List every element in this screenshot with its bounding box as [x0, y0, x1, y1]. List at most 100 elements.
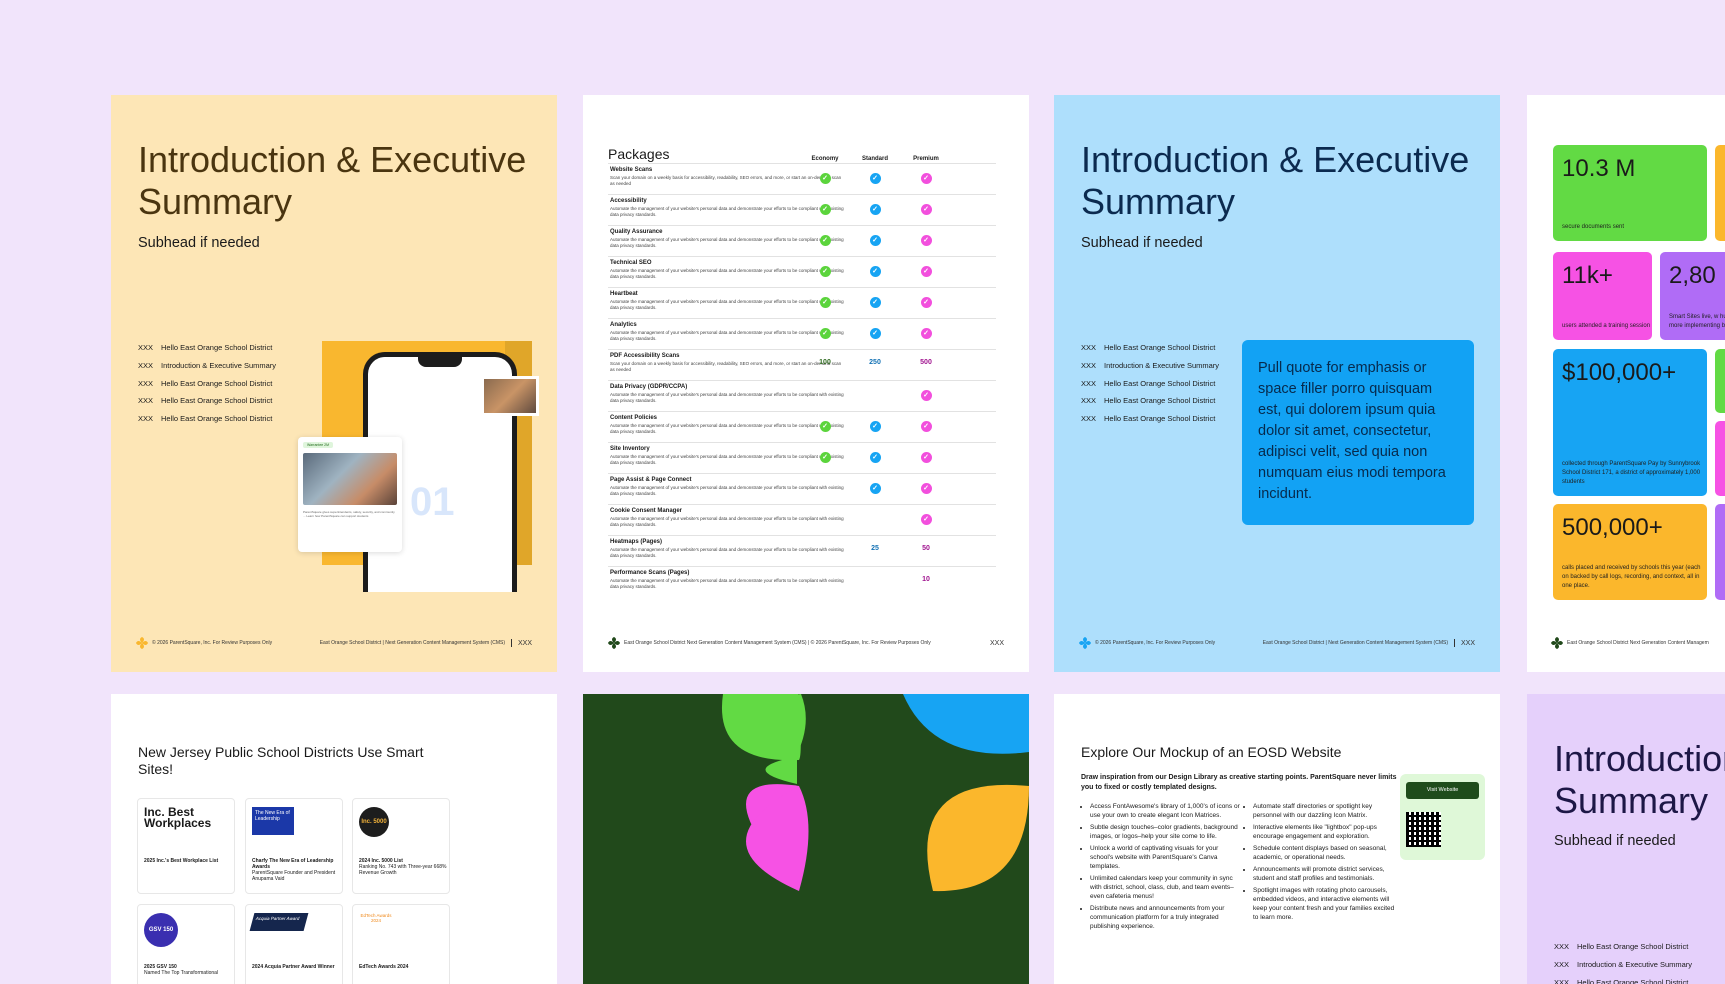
- intro-text: Draw inspiration from our Design Library…: [1081, 774, 1397, 791]
- award-card: The New Era of Leadership Charfy The New…: [245, 798, 343, 894]
- stat-card: 10.3 M secure documents sent: [1553, 145, 1707, 241]
- table-row: Analytics Automate the management of your…: [608, 318, 996, 349]
- toc-label: Hello East Orange School District: [1104, 414, 1216, 424]
- parentsquare-logo-icon: [136, 637, 148, 649]
- toc-item[interactable]: XXX Hello East Orange School District: [1081, 392, 1219, 410]
- stat-value: 11k+: [1562, 262, 1613, 289]
- footer-doc-title: East Orange School District | Next Gener…: [1262, 640, 1448, 646]
- feature-name: Site Inventory: [610, 446, 650, 452]
- page-subhead: Subhead if needed: [1554, 833, 1676, 849]
- page-stats[interactable]: 10.3 M secure documents sent 11k+ users …: [1527, 95, 1725, 672]
- feature-name: PDF Accessibility Scans: [610, 353, 680, 359]
- check-icon: ✓: [819, 297, 831, 308]
- bullet-item: Unlimited calendars keep your community …: [1090, 874, 1242, 901]
- card-tag: Warrantee 2M: [303, 442, 334, 448]
- feature-desc: Automate the management of your website'…: [610, 485, 844, 496]
- section-number: 01: [410, 480, 455, 524]
- toc-label: Hello East Orange School District: [161, 396, 273, 406]
- toc-item[interactable]: XXX Introduction & Executive Summary: [138, 357, 276, 375]
- package-cell: 25: [850, 545, 900, 552]
- feature-name: Accessibility: [610, 198, 647, 204]
- toc-page-number: XXX: [1554, 959, 1570, 969]
- page-brand-graphic[interactable]: [583, 694, 1029, 984]
- page-packages[interactable]: Packages Economy Standard Premium Websit…: [583, 95, 1029, 672]
- check-icon: ✓: [920, 483, 932, 494]
- package-cell: ✓: [850, 328, 900, 339]
- table-row: Site Inventory Automate the management of…: [608, 442, 996, 473]
- package-cell: ✓: [901, 514, 951, 525]
- check-icon: ✓: [920, 390, 932, 401]
- toc-item[interactable]: XXX Hello East Orange School District: [138, 410, 276, 428]
- page-title: New Jersey Public School Districts Use S…: [138, 744, 424, 777]
- page-intro-purple[interactable]: Introduction & Executive Summary Subhead…: [1527, 694, 1725, 984]
- toc-item[interactable]: XXX Hello East Orange School District: [1081, 410, 1219, 428]
- package-cell: ✓: [901, 235, 951, 246]
- toc-page-number: XXX: [1081, 343, 1097, 352]
- bullet-item: Interactive elements like "lightbox" pop…: [1253, 823, 1395, 841]
- toc-item[interactable]: XXX Hello East Orange School District: [1554, 938, 1692, 956]
- page-subhead: Subhead if needed: [1081, 235, 1203, 251]
- toc-item[interactable]: XXX Hello East Orange School District: [138, 375, 276, 393]
- bullet-item: Spotlight images with rotating photo car…: [1253, 886, 1395, 922]
- table-row: Website Scans Scan your domain on a weekl…: [608, 163, 996, 194]
- photo-thumbnail: [481, 376, 539, 416]
- page-number: XXX: [517, 639, 532, 647]
- package-cell: ✓: [800, 328, 850, 339]
- table-row: Page Assist & Page Connect Automate the m…: [608, 473, 996, 504]
- qr-card: Visit Website: [1400, 774, 1485, 860]
- package-cell: ✓: [901, 204, 951, 215]
- visit-website-button[interactable]: Visit Website: [1406, 782, 1479, 799]
- package-cell: ✓: [850, 452, 900, 463]
- page-footer: East Orange School District Next Generat…: [608, 637, 1004, 649]
- header-premium: Premium: [913, 156, 939, 162]
- toc-item[interactable]: XXX Hello East Orange School District: [1081, 375, 1219, 393]
- check-icon: ✓: [869, 328, 881, 339]
- toc-item[interactable]: XXX Hello East Orange School District: [138, 339, 276, 357]
- package-cell: ✓: [901, 297, 951, 308]
- toc-item[interactable]: XXX Hello East Orange School District: [138, 392, 276, 410]
- award-logo: GSV 150: [144, 913, 178, 947]
- award-logo: Inc. 5000: [359, 807, 389, 837]
- package-cell: ✓: [800, 173, 850, 184]
- qr-code: [1406, 812, 1441, 847]
- package-cell: ✓: [800, 297, 850, 308]
- stat-value: 500,000+: [1562, 514, 1663, 541]
- stat-desc: secure documents sent: [1562, 224, 1625, 230]
- package-cell: ✓: [901, 452, 951, 463]
- package-cell: ✓: [800, 452, 850, 463]
- package-cell: ✓: [901, 483, 951, 494]
- check-icon: ✓: [869, 235, 881, 246]
- page-intro-yellow[interactable]: Introduction & Executive Summary Subhead…: [111, 95, 557, 672]
- check-icon: ✓: [920, 452, 932, 463]
- feature-name: Performance Scans (Pages): [610, 570, 690, 576]
- toc-item[interactable]: XXX Hello East Orange School District: [1554, 974, 1692, 984]
- page-number: XXX: [989, 639, 1004, 647]
- package-cell: 10: [901, 576, 951, 583]
- feature-name: Content Policies: [610, 415, 658, 421]
- package-cell: ✓: [800, 204, 850, 215]
- page-intro-blue[interactable]: Introduction & Executive Summary Subhead…: [1054, 95, 1500, 672]
- phone-card: Warrantee 2M ParentSquare gives superint…: [298, 437, 402, 552]
- table-row: PDF Accessibility Scans Scan your domain …: [608, 349, 996, 380]
- award-card: GSV 150 2025 GSV 150 Named The Top Transf…: [137, 904, 235, 984]
- check-icon: ✓: [869, 452, 881, 463]
- page-mockup[interactable]: Explore Our Mockup of an EOSD Website Dr…: [1054, 694, 1500, 984]
- toc-item[interactable]: XXX Introduction & Executive Summary: [1081, 357, 1219, 375]
- toc-item[interactable]: XXX Introduction & Executive Summary: [1554, 956, 1692, 974]
- leaf-green-2: [722, 694, 801, 761]
- bullet-list-left: Access FontAwesome's library of 1,000's …: [1082, 802, 1242, 934]
- package-cell: ✓: [850, 235, 900, 246]
- check-icon: ✓: [920, 266, 932, 277]
- stat-desc: collected through ParentSquare Pay by Su…: [1562, 461, 1701, 485]
- stat-card: $100,000+ collected through ParentSquare…: [1553, 349, 1707, 496]
- stat-card: 2,80 Smart Sites live, w hundreds more i…: [1660, 252, 1725, 340]
- toc-page-number: XXX: [1081, 360, 1097, 370]
- leaf-yellow: [927, 784, 1029, 892]
- page-awards[interactable]: New Jersey Public School Districts Use S…: [111, 694, 557, 984]
- award-logo: Acquia Partner Award: [249, 913, 309, 931]
- package-cell: ✓: [850, 297, 900, 308]
- toc-item[interactable]: XXX Hello East Orange School District: [1081, 339, 1219, 357]
- award-logo: EdTech Awards 2024: [360, 913, 392, 923]
- page-title: Introduction & Executive Summary: [1554, 738, 1725, 821]
- check-icon: ✓: [869, 204, 881, 215]
